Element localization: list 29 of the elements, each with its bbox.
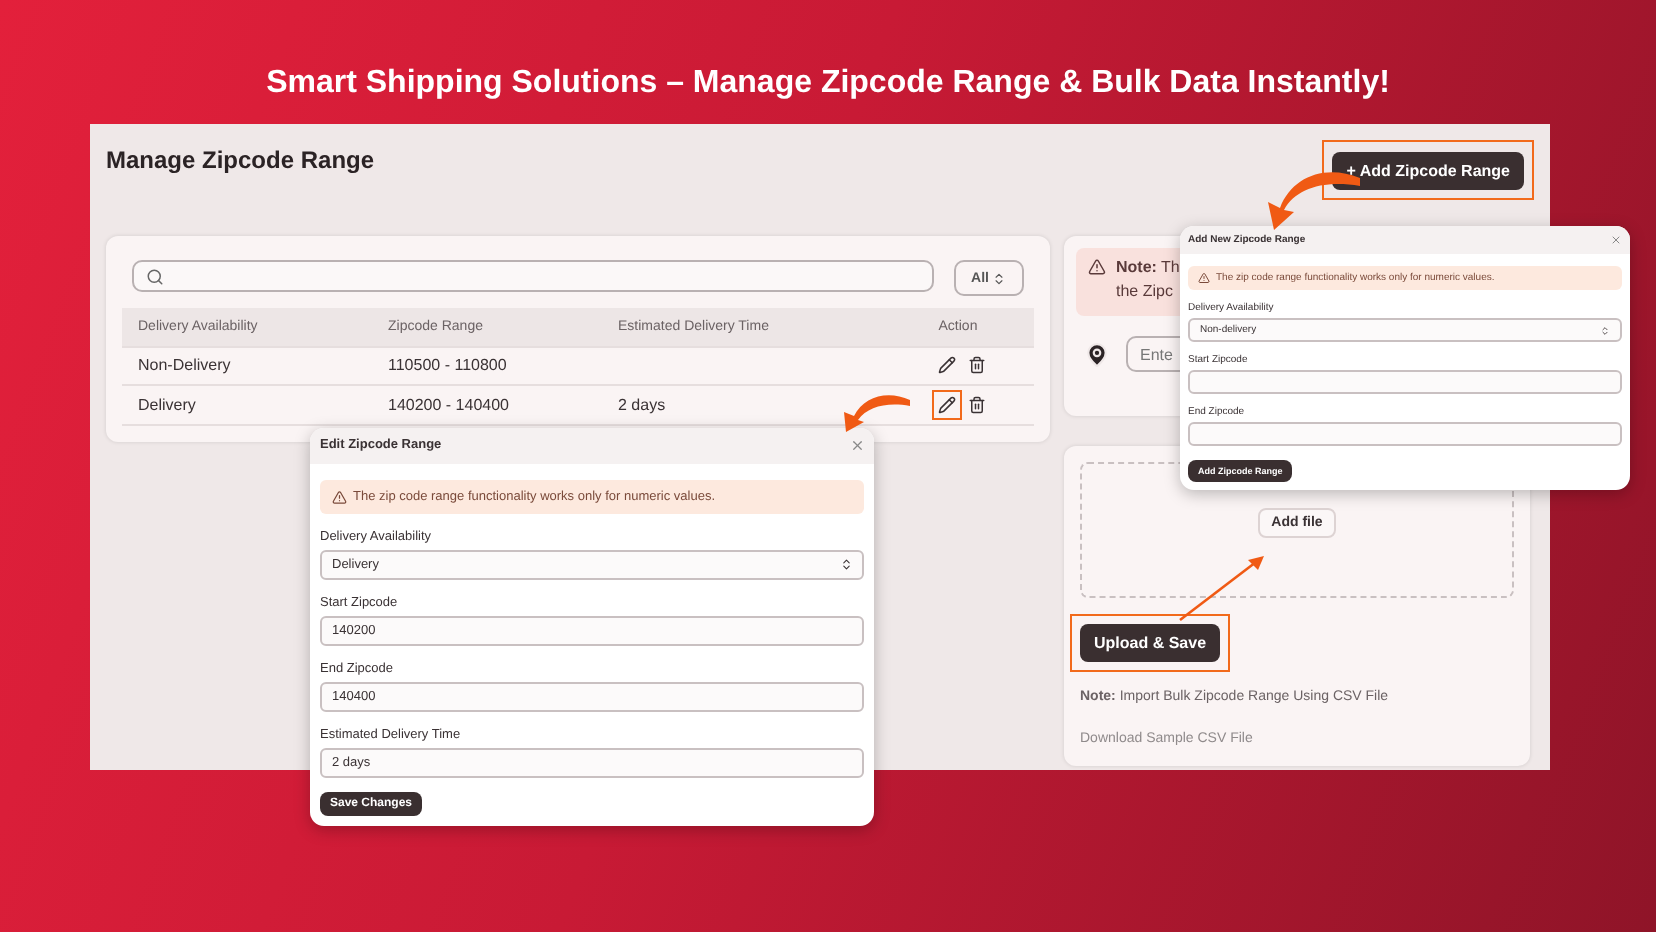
input-field[interactable] (1188, 370, 1622, 394)
table-cell-text: 140200 - 140400 (388, 395, 511, 414)
note-text: the Zipc (1116, 282, 1175, 300)
edit-icon[interactable] (937, 395, 955, 414)
page-title: Manage Zipcode Range (106, 146, 375, 174)
input-field[interactable] (1188, 422, 1622, 446)
table-cell-text: 110500 - 110800 (388, 356, 509, 375)
delete-icon[interactable] (967, 395, 985, 414)
warning-icon (1088, 258, 1106, 276)
chevron-icon (839, 558, 852, 572)
warning-icon (332, 489, 347, 504)
table-cell-text: 2 days (618, 395, 668, 414)
search-icon (146, 267, 164, 285)
table-cell-text: Non-Delivery (138, 356, 233, 375)
add-zipcode-button[interactable]: + Add Zipcode Range (1332, 152, 1524, 190)
edit-icon[interactable] (937, 356, 955, 375)
upload-button[interactable]: Upload & Save (1080, 624, 1221, 662)
chevron-icon (1600, 325, 1610, 335)
close-icon[interactable] (849, 438, 864, 453)
table-cell-text: Delivery (138, 395, 198, 414)
search-field[interactable] (132, 260, 934, 292)
delete-icon[interactable] (967, 356, 985, 375)
location-pin-icon (1084, 341, 1110, 367)
pointer-arrow (1176, 552, 1266, 624)
warning-icon (1198, 272, 1210, 284)
chevron-icon (992, 271, 1007, 285)
close-icon[interactable] (1610, 234, 1622, 246)
note-text: Note: Th (1116, 258, 1180, 276)
headline: Smart Shipping Solutions – Manage Zipcode Range & Bulk Data Instantly! (264, 64, 1392, 104)
